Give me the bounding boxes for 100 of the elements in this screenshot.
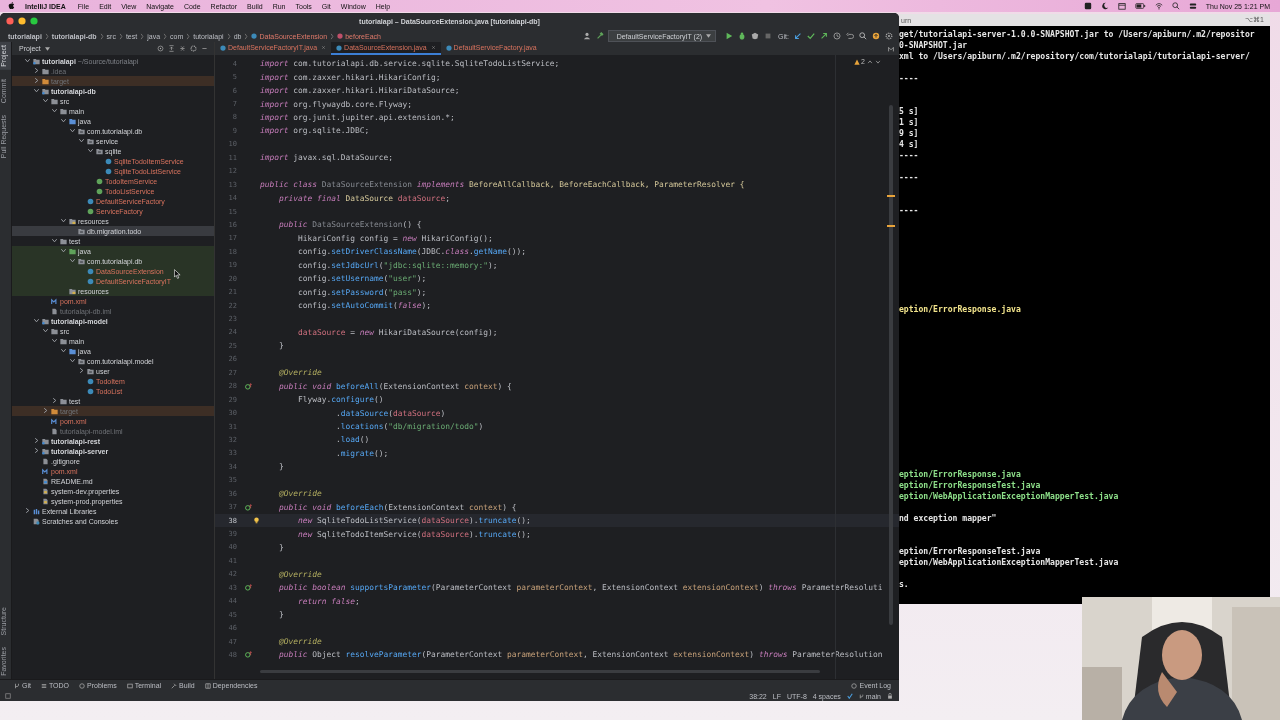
minimize-window-icon[interactable] [18,17,26,25]
class-icon [251,33,258,39]
class-icon [336,44,343,51]
terminal-line: eption/ErrorResponseTest.java [899,480,1042,491]
undo-icon[interactable] [846,32,854,40]
chevron-icon [163,32,168,40]
maven-file-icon [51,297,58,305]
bug-icon[interactable] [738,32,747,40]
chevron-right-icon[interactable] [24,507,31,514]
module-folder-icon [42,437,49,445]
terminal-line: eption/WebApplicationExceptionMapperTest.java [899,557,1120,568]
package-icon [78,127,85,135]
package-icon [87,137,94,145]
terminal-line: ---- [899,172,920,183]
lightbulb-icon[interactable] [253,517,260,525]
check-icon[interactable] [846,693,853,699]
terminal-line: s. [899,579,910,590]
terminal-line: 4 s] [899,139,920,150]
override-icon[interactable] [245,503,252,511]
close-window-icon[interactable] [6,17,14,25]
check-icon[interactable] [807,32,815,40]
zoom-window-icon[interactable] [30,17,38,25]
chevron-right-icon[interactable] [78,367,85,374]
terminal-line: eption/ErrorResponse.java [899,469,1022,480]
library-icon [33,507,40,515]
hammer-icon[interactable] [595,32,604,40]
chevron-up-icon[interactable] [867,58,873,65]
lock-icon[interactable] [887,693,893,699]
terminal-line: ---- [899,150,920,161]
chevron-icon [118,32,123,40]
settings-icon[interactable] [885,32,893,40]
scratch-icon [33,517,40,525]
file-icon [51,427,58,435]
class-icon [87,197,94,205]
module-folder-icon [33,57,40,65]
terminal-line: ---- [899,205,920,216]
warning-marker[interactable] [887,195,895,197]
terminal-line: eption/ErrorResponse.java [899,304,1022,315]
resources-folder-icon [69,287,76,295]
package-icon [78,357,85,365]
chevron-down-icon[interactable] [60,217,67,224]
warning-marker[interactable] [887,225,895,227]
wifi-icon[interactable] [1154,2,1163,10]
class-icon [220,44,226,51]
file-icon [42,457,49,465]
branch-icon [858,693,864,699]
editor-menu-icon[interactable] [887,44,895,53]
override-icon[interactable] [245,382,252,390]
close-icon[interactable] [321,45,327,50]
moon-icon[interactable] [1100,2,1109,10]
control-center-icon[interactable] [1188,2,1197,10]
maven-file-icon [42,467,49,475]
search-icon[interactable] [859,32,867,40]
properties-file-icon [42,497,49,505]
user-icon[interactable] [582,32,591,40]
terminal-line: eption/WebApplicationExceptionMapperTest.java [899,491,1120,502]
panel-toggle-icon[interactable] [5,693,11,699]
expand-all-icon[interactable] [168,45,175,52]
arrow-icon[interactable] [820,32,828,40]
terminal-line: 1 s] [899,117,920,128]
package-icon [96,147,103,155]
mouse-cursor-icon [174,269,181,279]
stop-icon[interactable] [764,32,773,40]
module-folder-icon [42,447,49,455]
status-menu-icon[interactable] [1083,2,1092,10]
battery-icon[interactable] [1134,2,1146,10]
chevron-icon [140,32,145,40]
run-icon[interactable] [725,32,734,40]
interface-icon [87,207,94,215]
chevron-icon [99,32,104,40]
terminal-line: 0-SNAPSHOT.jar [899,40,969,51]
close-icon[interactable] [430,45,436,50]
chevron-icon [244,32,249,40]
collapse-all-icon[interactable] [179,45,186,52]
caret-icon [44,46,50,51]
chevron-icon [186,32,191,40]
terminal-line: get/tutorialapi-server-1.0.0-SNAPSHOT.jar to /Users/apiburn/.m2/repositor [899,29,1256,40]
chevron-icon [226,32,231,40]
package-icon [78,257,85,265]
chevron-down-icon[interactable] [875,58,881,65]
chevron-down-icon[interactable] [24,57,31,64]
override-icon[interactable] [245,651,252,659]
package-icon [87,367,94,375]
override-icon[interactable] [245,584,252,592]
terminal-line: ---- [899,73,920,84]
calendar-icon[interactable] [1117,2,1126,10]
terminal-line: 9 s] [899,128,920,139]
minimize-icon[interactable] [201,45,208,52]
chevron-icon [44,32,49,40]
search-icon[interactable] [1171,2,1180,10]
locate-icon[interactable] [157,45,164,52]
module-folder-icon [42,87,49,95]
terminal-line: xml to /Users/apiburn/.m2/repository/com/tutorialapi/tutorialapi-server/ [899,51,1251,62]
update-icon[interactable] [872,32,880,40]
terminal-line: nd exception mapper" [899,513,998,524]
apple-logo-icon[interactable] [8,2,15,10]
clock-icon[interactable] [833,32,841,40]
terminal-line: eption/ErrorResponseTest.java [899,546,1042,557]
settings-icon[interactable] [190,45,197,52]
arrow-icon[interactable] [794,32,802,40]
